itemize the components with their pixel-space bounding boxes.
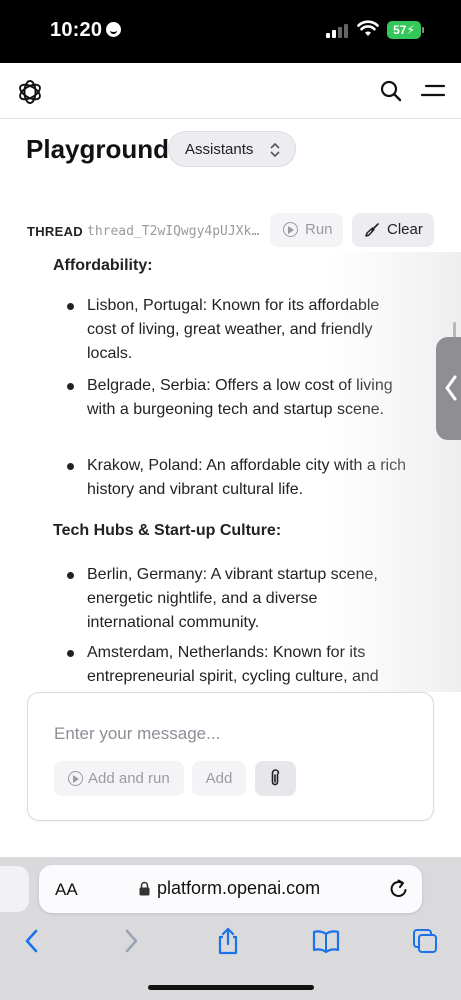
bullet [67,572,74,579]
browser-toolbar: AA platform.openai.com [0,857,461,1000]
list-item-text: Lisbon, Portugal: Known for its affordab… [87,297,380,362]
chevron-left-icon [445,375,457,401]
list-item: Lisbon, Portugal: Known for its affordab… [0,294,461,366]
forward-icon[interactable] [116,926,146,956]
bullet [67,303,74,310]
thread-bar: THREAD thread_T2wIQwgy4pUJXk… Run Clear [0,210,461,252]
status-bar: 10:20 57⚡ [0,0,461,63]
run-button[interactable]: Run [270,213,343,247]
share-icon[interactable] [213,926,243,956]
menu-icon[interactable] [420,81,446,101]
list-item: Amsterdam, Netherlands: Known for its en… [0,641,461,692]
clear-button[interactable]: Clear [352,213,434,247]
add-button[interactable]: Add [192,761,246,796]
bullet [67,650,74,657]
section-heading: Affordability: [53,257,153,274]
sidebar-toggle-handle[interactable] [436,337,461,440]
mode-select-label: Assistants [185,141,254,158]
search-icon[interactable] [379,79,403,103]
focus-smiley-icon [106,22,122,37]
charging-bolt-icon: ⚡ [406,23,415,37]
list-item-text: Amsterdam, Netherlands: Known for its en… [87,644,379,685]
add-and-run-label: Add and run [88,770,170,787]
paperclip-icon [271,769,280,786]
openai-logo-icon[interactable] [16,78,44,106]
add-and-run-button[interactable]: Add and run [54,761,184,796]
bullet [67,463,74,470]
tabs-icon[interactable] [410,926,440,956]
wifi-icon [357,20,379,36]
back-icon[interactable] [17,926,47,956]
play-circle-icon [68,771,83,786]
address-bar[interactable]: AA platform.openai.com [39,865,422,913]
list-item: Krakow, Poland: An affordable city with … [0,454,461,502]
reload-icon[interactable] [388,878,410,900]
chevron-up-down-icon [270,142,280,158]
cellular-signal-icon [326,24,348,38]
list-item-text: Berlin, Germany: A vibrant startup scene… [87,566,378,631]
clear-button-label: Clear [387,221,423,238]
list-item-text: Krakow, Poland: An affordable city with … [87,457,406,498]
mode-select[interactable]: Assistants [168,131,296,167]
page-title-row: Playground Assistants [0,119,461,199]
assistant-message: Affordability: Lisbon, Portugal: Known f… [0,252,461,692]
home-indicator [148,985,314,990]
broom-icon [365,223,379,237]
attach-button[interactable] [255,761,296,796]
section-heading: Tech Hubs & Start-up Culture: [53,522,282,539]
text-size-button[interactable]: AA [55,880,78,900]
thread-label: THREAD [27,224,83,239]
list-item: Belgrade, Serbia: Offers a low cost of l… [0,374,461,446]
run-button-label: Run [305,221,333,238]
bookmarks-icon[interactable] [311,926,341,956]
message-input[interactable]: Enter your message... [54,724,220,744]
list-item: Berlin, Germany: A vibrant startup scene… [0,563,461,635]
previous-tab-preview[interactable] [0,866,29,912]
message-composer: Enter your message... Add and run Add [27,692,434,821]
site-header [0,63,461,119]
battery-indicator: 57⚡ [387,21,424,39]
play-circle-icon [283,222,298,237]
text-size-label: AA [55,880,78,899]
lock-icon [139,881,150,896]
url-text: platform.openai.com [157,878,321,898]
thread-id[interactable]: thread_T2wIQwgy4pUJXk… [87,224,263,239]
bullet [67,383,74,390]
page-title: Playground [26,134,170,164]
list-item-text: Belgrade, Serbia: Offers a low cost of l… [87,377,393,418]
status-time: 10:20 [50,19,122,42]
